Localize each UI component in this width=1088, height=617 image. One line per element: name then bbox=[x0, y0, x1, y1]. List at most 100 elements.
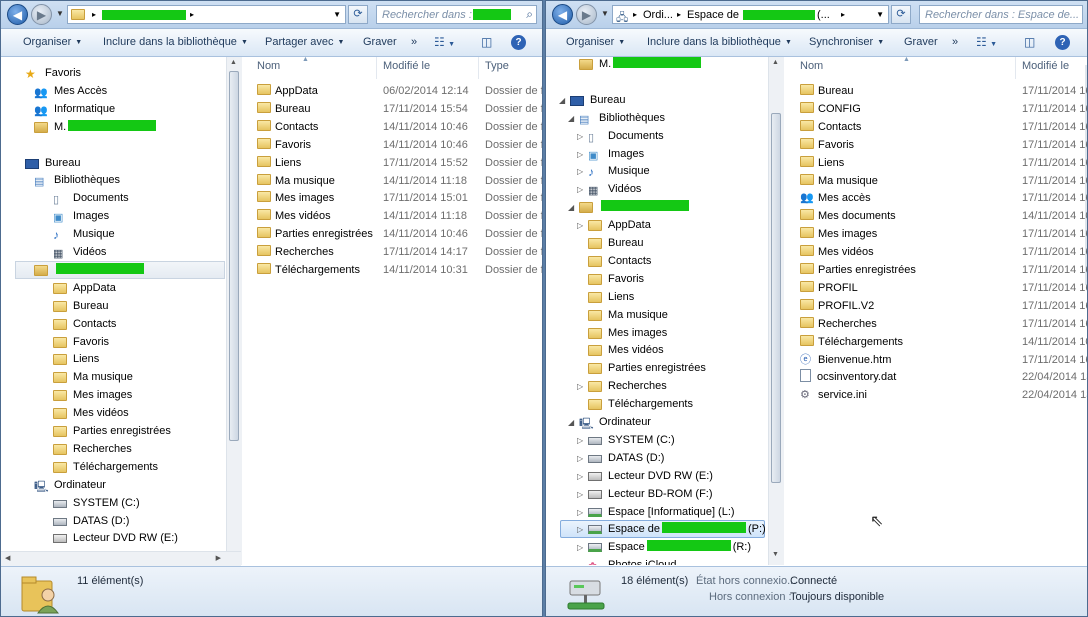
column-header-modified[interactable]: Modifié le bbox=[383, 60, 430, 72]
file-row[interactable]: ⓔ Bienvenue.htm bbox=[800, 351, 891, 369]
tree-item[interactable]: ▦ Vidéos bbox=[588, 180, 641, 198]
file-row[interactable]: Liens bbox=[257, 154, 301, 172]
tree-item[interactable]: Espace [Informatique] (L:) bbox=[588, 503, 735, 521]
tree-item[interactable]: AppData bbox=[588, 216, 651, 234]
organiser-menu[interactable]: Organiser ▼ bbox=[23, 36, 82, 48]
tree-item[interactable]: Bureau bbox=[25, 154, 80, 172]
tree-item[interactable]: Liens bbox=[588, 288, 634, 306]
tree-item[interactable]: Téléchargements bbox=[53, 458, 158, 476]
tree-item[interactable]: SYSTEM (C:) bbox=[53, 494, 140, 512]
tree-item[interactable]: ♪ Musique bbox=[53, 225, 115, 243]
tree-item[interactable]: Mes vidéos bbox=[53, 404, 129, 422]
tree-item[interactable]: 👥 Mes Accès bbox=[34, 82, 107, 100]
tree-expander-icon[interactable]: ▷ bbox=[577, 472, 583, 481]
tree-item[interactable]: Lecteur DVD RW (E:) bbox=[588, 467, 713, 485]
scroll-left-icon[interactable]: ◀ bbox=[5, 554, 10, 562]
tree-item[interactable] bbox=[579, 198, 689, 216]
tree-item[interactable]: Recherches bbox=[53, 440, 132, 458]
file-row[interactable]: PROFIL bbox=[800, 279, 858, 297]
file-row[interactable]: Téléchargements bbox=[257, 261, 360, 279]
file-row[interactable]: Contacts bbox=[257, 118, 318, 136]
address-box[interactable]: ▸ ▸ ▼ bbox=[67, 5, 346, 24]
tree-expander-icon[interactable]: ▷ bbox=[577, 525, 583, 534]
tree-item[interactable]: ▯ Documents bbox=[53, 189, 129, 207]
tree-expander-icon[interactable]: ▷ bbox=[577, 490, 583, 499]
breadcrumb-chevron-icon[interactable]: ▸ bbox=[92, 10, 96, 19]
forward-button[interactable]: ▶ bbox=[31, 4, 52, 25]
tree-expander-icon[interactable]: ▷ bbox=[577, 543, 583, 552]
file-row[interactable]: Bureau bbox=[800, 82, 853, 100]
navigation-scrollbar[interactable]: ▲ ▼ bbox=[768, 57, 784, 565]
file-row[interactable]: Parties enregistrées bbox=[257, 225, 373, 243]
file-row[interactable]: Favoris bbox=[800, 136, 854, 154]
tree-expander-icon[interactable]: ▷ bbox=[577, 221, 583, 230]
help-icon[interactable]: ? bbox=[511, 35, 526, 50]
file-row[interactable]: Bureau bbox=[257, 100, 310, 118]
tree-item[interactable]: Bureau bbox=[53, 297, 108, 315]
breadcrumb-chevron-icon[interactable]: ▸ bbox=[633, 10, 637, 19]
column-header-type[interactable]: Type bbox=[485, 60, 509, 72]
file-row[interactable]: Ma musique bbox=[800, 172, 878, 190]
graver-button[interactable]: Graver bbox=[363, 36, 397, 48]
file-row[interactable]: Mes images bbox=[800, 225, 877, 243]
scroll-down-icon[interactable]: ▼ bbox=[772, 551, 779, 558]
file-row[interactable]: Mes vidéos bbox=[800, 243, 874, 261]
tree-expander-icon[interactable]: ◢ bbox=[568, 418, 574, 427]
tree-item[interactable]: ♪ Musique bbox=[588, 162, 650, 180]
tree-expander-icon[interactable]: ◢ bbox=[568, 114, 574, 123]
tree-item[interactable]: Contacts bbox=[588, 252, 651, 270]
breadcrumb-ordinateur[interactable]: Ordi... bbox=[643, 9, 673, 21]
tree-item[interactable]: Contacts bbox=[53, 315, 116, 333]
file-row[interactable]: 👥 Mes accès bbox=[800, 189, 871, 207]
tree-item[interactable]: Espace (R:) bbox=[588, 538, 751, 556]
preview-pane-icon[interactable]: ◫ bbox=[1024, 35, 1035, 49]
scroll-thumb[interactable] bbox=[771, 113, 781, 483]
tree-item[interactable]: DATAS (D:) bbox=[588, 449, 664, 467]
help-icon[interactable]: ? bbox=[1055, 35, 1070, 50]
tree-item[interactable]: Téléchargements bbox=[588, 395, 693, 413]
file-row[interactable]: Recherches bbox=[257, 243, 334, 261]
forward-button[interactable]: ▶ bbox=[576, 4, 597, 25]
breadcrumb-chevron-icon[interactable]: ▸ bbox=[190, 10, 194, 19]
tree-item[interactable]: ▤ Bibliothèques bbox=[34, 171, 120, 189]
breadcrumb-chevron-icon[interactable]: ▸ bbox=[677, 10, 681, 19]
refresh-button[interactable]: ⟳ bbox=[891, 5, 911, 24]
navigation-scrollbar[interactable]: ▲ ▼ bbox=[226, 57, 242, 565]
file-row[interactable]: Liens bbox=[800, 154, 844, 172]
file-row[interactable]: AppData bbox=[257, 82, 318, 100]
synchroniser-menu[interactable]: Synchroniser ▼ bbox=[809, 36, 884, 48]
recent-pages-dropdown-icon[interactable]: ▼ bbox=[56, 9, 64, 18]
scroll-right-icon[interactable]: ▶ bbox=[216, 554, 221, 562]
tree-expander-icon[interactable]: ▷ bbox=[577, 436, 583, 445]
tree-item[interactable]: Lecteur DVD RW (E:) bbox=[53, 529, 178, 547]
tree-expander-icon[interactable]: ◢ bbox=[559, 96, 565, 105]
file-row[interactable]: Mes vidéos bbox=[257, 207, 331, 225]
scroll-thumb[interactable] bbox=[229, 71, 239, 441]
navigation-hscrollbar[interactable]: ◀ ▶ bbox=[1, 551, 241, 566]
back-button[interactable]: ◀ bbox=[552, 4, 573, 25]
tree-item[interactable]: 👥 Informatique bbox=[34, 100, 115, 118]
file-row[interactable]: ⚙ service.ini bbox=[800, 386, 867, 404]
tree-expander-icon[interactable]: ▷ bbox=[577, 454, 583, 463]
tree-item[interactable]: Lecteur BD-ROM (F:) bbox=[588, 485, 713, 503]
scroll-up-icon[interactable]: ▲ bbox=[772, 59, 779, 66]
tree-item[interactable]: ▣ Images bbox=[588, 145, 644, 163]
file-row[interactable]: Favoris bbox=[257, 136, 311, 154]
tree-item[interactable]: Parties enregistrées bbox=[588, 359, 706, 377]
search-input[interactable]: Rechercher dans : ⌕ bbox=[376, 5, 537, 24]
tree-item[interactable]: ★ Favoris bbox=[25, 64, 81, 82]
tree-item[interactable]: ✿ Photos iCloud bbox=[588, 556, 677, 565]
preview-pane-icon[interactable]: ◫ bbox=[481, 35, 492, 49]
address-dropdown-icon[interactable]: ▼ bbox=[333, 10, 341, 19]
tree-item[interactable]: Mes vidéos bbox=[588, 341, 664, 359]
organiser-menu[interactable]: Organiser ▼ bbox=[566, 36, 625, 48]
tree-item[interactable]: ▤ Bibliothèques bbox=[579, 109, 665, 127]
tree-expander-icon[interactable]: ▷ bbox=[577, 508, 583, 517]
address-box[interactable]: 🖧 ▸ Ordi... ▸ Espace de (... ▸ ▼ bbox=[612, 5, 889, 24]
file-row[interactable]: Parties enregistrées bbox=[800, 261, 916, 279]
tree-item[interactable]: Espace de (P:) bbox=[588, 520, 766, 538]
tree-item[interactable]: Parties enregistrées bbox=[53, 422, 171, 440]
back-button[interactable]: ◀ bbox=[7, 4, 28, 25]
tree-expander-icon[interactable]: ▷ bbox=[577, 132, 583, 141]
file-row[interactable]: CONFIG bbox=[800, 100, 861, 118]
